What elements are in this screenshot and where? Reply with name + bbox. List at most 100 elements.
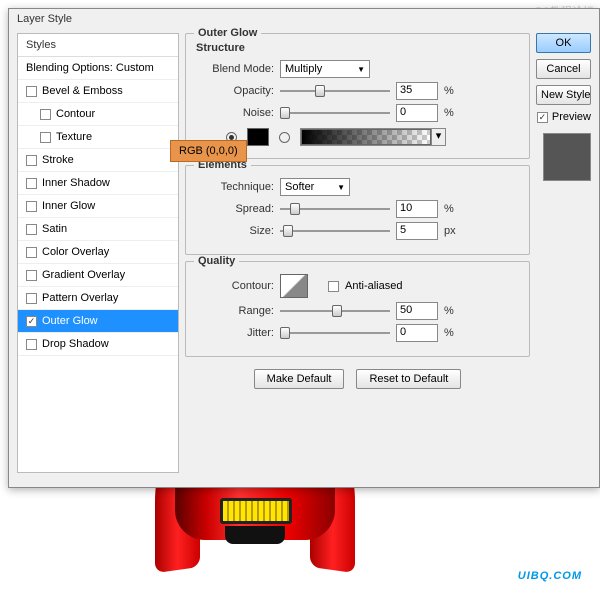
jitter-input[interactable]: 0 xyxy=(396,324,438,342)
spread-slider[interactable] xyxy=(280,202,390,216)
elements-group: Elements Technique: Softer▼ Spread: 10 %… xyxy=(185,165,530,255)
right-buttons: OK Cancel New Style... Preview xyxy=(536,33,591,473)
unit: % xyxy=(444,203,454,215)
contour-label: Contour: xyxy=(196,280,274,292)
style-pattern-overlay[interactable]: Pattern Overlay xyxy=(18,287,178,310)
group-title: Outer Glow xyxy=(194,27,261,39)
site-logo: UiBQ.CoM xyxy=(518,555,582,586)
checkbox-icon[interactable] xyxy=(26,247,37,258)
size-input[interactable]: 5 xyxy=(396,222,438,240)
select-value: Softer xyxy=(285,181,314,193)
style-label: Drop Shadow xyxy=(42,338,109,350)
antialiased-label: Anti-aliased xyxy=(345,280,402,292)
style-label: Outer Glow xyxy=(42,315,98,327)
style-label: Pattern Overlay xyxy=(42,292,118,304)
style-label: Gradient Overlay xyxy=(42,269,125,281)
spread-label: Spread: xyxy=(196,203,274,215)
styles-header[interactable]: Styles xyxy=(18,34,178,57)
chevron-down-icon[interactable]: ▾ xyxy=(431,129,445,145)
quality-group: Quality Contour: Anti-aliased Range: 50 … xyxy=(185,261,530,357)
style-outer-glow[interactable]: Outer Glow xyxy=(18,310,178,333)
antialiased-checkbox[interactable] xyxy=(328,281,339,292)
blending-options[interactable]: Blending Options: Custom xyxy=(18,57,178,80)
styles-list: Styles Blending Options: Custom Bevel & … xyxy=(17,33,179,473)
technique-select[interactable]: Softer ▼ xyxy=(280,178,350,196)
gradient-radio[interactable] xyxy=(279,132,290,143)
noise-label: Noise: xyxy=(196,107,274,119)
opacity-label: Opacity: xyxy=(196,85,274,97)
ok-button[interactable]: OK xyxy=(536,33,591,53)
checkbox-icon[interactable] xyxy=(26,339,37,350)
style-drop-shadow[interactable]: Drop Shadow xyxy=(18,333,178,356)
unit: % xyxy=(444,327,454,339)
noise-input[interactable]: 0 xyxy=(396,104,438,122)
select-value: Multiply xyxy=(285,63,322,75)
jitter-label: Jitter: xyxy=(196,327,274,339)
style-label: Satin xyxy=(42,223,67,235)
opacity-input[interactable]: 35 xyxy=(396,82,438,100)
opacity-slider[interactable] xyxy=(280,84,390,98)
range-input[interactable]: 50 xyxy=(396,302,438,320)
reset-default-button[interactable]: Reset to Default xyxy=(356,369,461,389)
structure-title: Structure xyxy=(196,42,519,54)
size-slider[interactable] xyxy=(280,224,390,238)
style-label: Inner Shadow xyxy=(42,177,110,189)
checkbox-icon[interactable] xyxy=(40,132,51,143)
blendmode-select[interactable]: Multiply ▼ xyxy=(280,60,370,78)
checkbox-icon[interactable] xyxy=(26,178,37,189)
checkbox-icon[interactable] xyxy=(26,270,37,281)
checkbox-icon[interactable] xyxy=(26,224,37,235)
style-gradient-overlay[interactable]: Gradient Overlay xyxy=(18,264,178,287)
unit: % xyxy=(444,107,454,119)
preview-swatch xyxy=(543,133,591,181)
style-stroke[interactable]: Stroke xyxy=(18,149,178,172)
unit: px xyxy=(444,225,456,237)
jitter-slider[interactable] xyxy=(280,326,390,340)
style-contour[interactable]: Contour xyxy=(18,103,178,126)
style-label: Bevel & Emboss xyxy=(42,85,123,97)
rocket-nozzle xyxy=(225,526,285,544)
preview-label: Preview xyxy=(552,111,591,123)
technique-label: Technique: xyxy=(196,181,274,193)
contour-picker[interactable] xyxy=(280,274,308,298)
checkbox-icon[interactable] xyxy=(26,293,37,304)
gradient-picker[interactable]: ▾ xyxy=(300,128,446,146)
style-label: Stroke xyxy=(42,154,74,166)
range-label: Range: xyxy=(196,305,274,317)
color-swatch[interactable] xyxy=(247,128,269,146)
noise-slider[interactable] xyxy=(280,106,390,120)
style-inner-glow[interactable]: Inner Glow xyxy=(18,195,178,218)
make-default-button[interactable]: Make Default xyxy=(254,369,345,389)
settings-panel: Outer Glow Structure Blend Mode: Multipl… xyxy=(185,33,530,473)
style-inner-shadow[interactable]: Inner Shadow xyxy=(18,172,178,195)
new-style-button[interactable]: New Style... xyxy=(536,85,591,105)
checkbox-icon[interactable] xyxy=(26,155,37,166)
style-color-overlay[interactable]: Color Overlay xyxy=(18,241,178,264)
checkbox-icon[interactable] xyxy=(40,109,51,120)
style-label: Texture xyxy=(56,131,92,143)
dialog-title: Layer Style xyxy=(9,9,599,29)
unit: % xyxy=(444,305,454,317)
checkbox-icon[interactable] xyxy=(26,201,37,212)
cancel-button[interactable]: Cancel xyxy=(536,59,591,79)
style-texture[interactable]: Texture xyxy=(18,126,178,149)
checkbox-icon[interactable] xyxy=(26,86,37,97)
rgb-callout: RGB (0,0,0) xyxy=(170,140,247,162)
unit: % xyxy=(444,85,454,97)
style-satin[interactable]: Satin xyxy=(18,218,178,241)
style-label: Inner Glow xyxy=(42,200,95,212)
style-label: Contour xyxy=(56,108,95,120)
chevron-down-icon: ▼ xyxy=(337,183,345,192)
rocket-stripe xyxy=(220,498,292,524)
checkbox-icon[interactable] xyxy=(26,316,37,327)
range-slider[interactable] xyxy=(280,304,390,318)
chevron-down-icon: ▼ xyxy=(357,65,365,74)
blendmode-label: Blend Mode: xyxy=(196,63,274,75)
size-label: Size: xyxy=(196,225,274,237)
preview-checkbox[interactable] xyxy=(537,112,548,123)
layer-style-dialog: Layer Style Styles Blending Options: Cus… xyxy=(8,8,600,488)
style-bevel[interactable]: Bevel & Emboss xyxy=(18,80,178,103)
style-label: Color Overlay xyxy=(42,246,109,258)
spread-input[interactable]: 10 xyxy=(396,200,438,218)
quality-title: Quality xyxy=(194,255,239,267)
